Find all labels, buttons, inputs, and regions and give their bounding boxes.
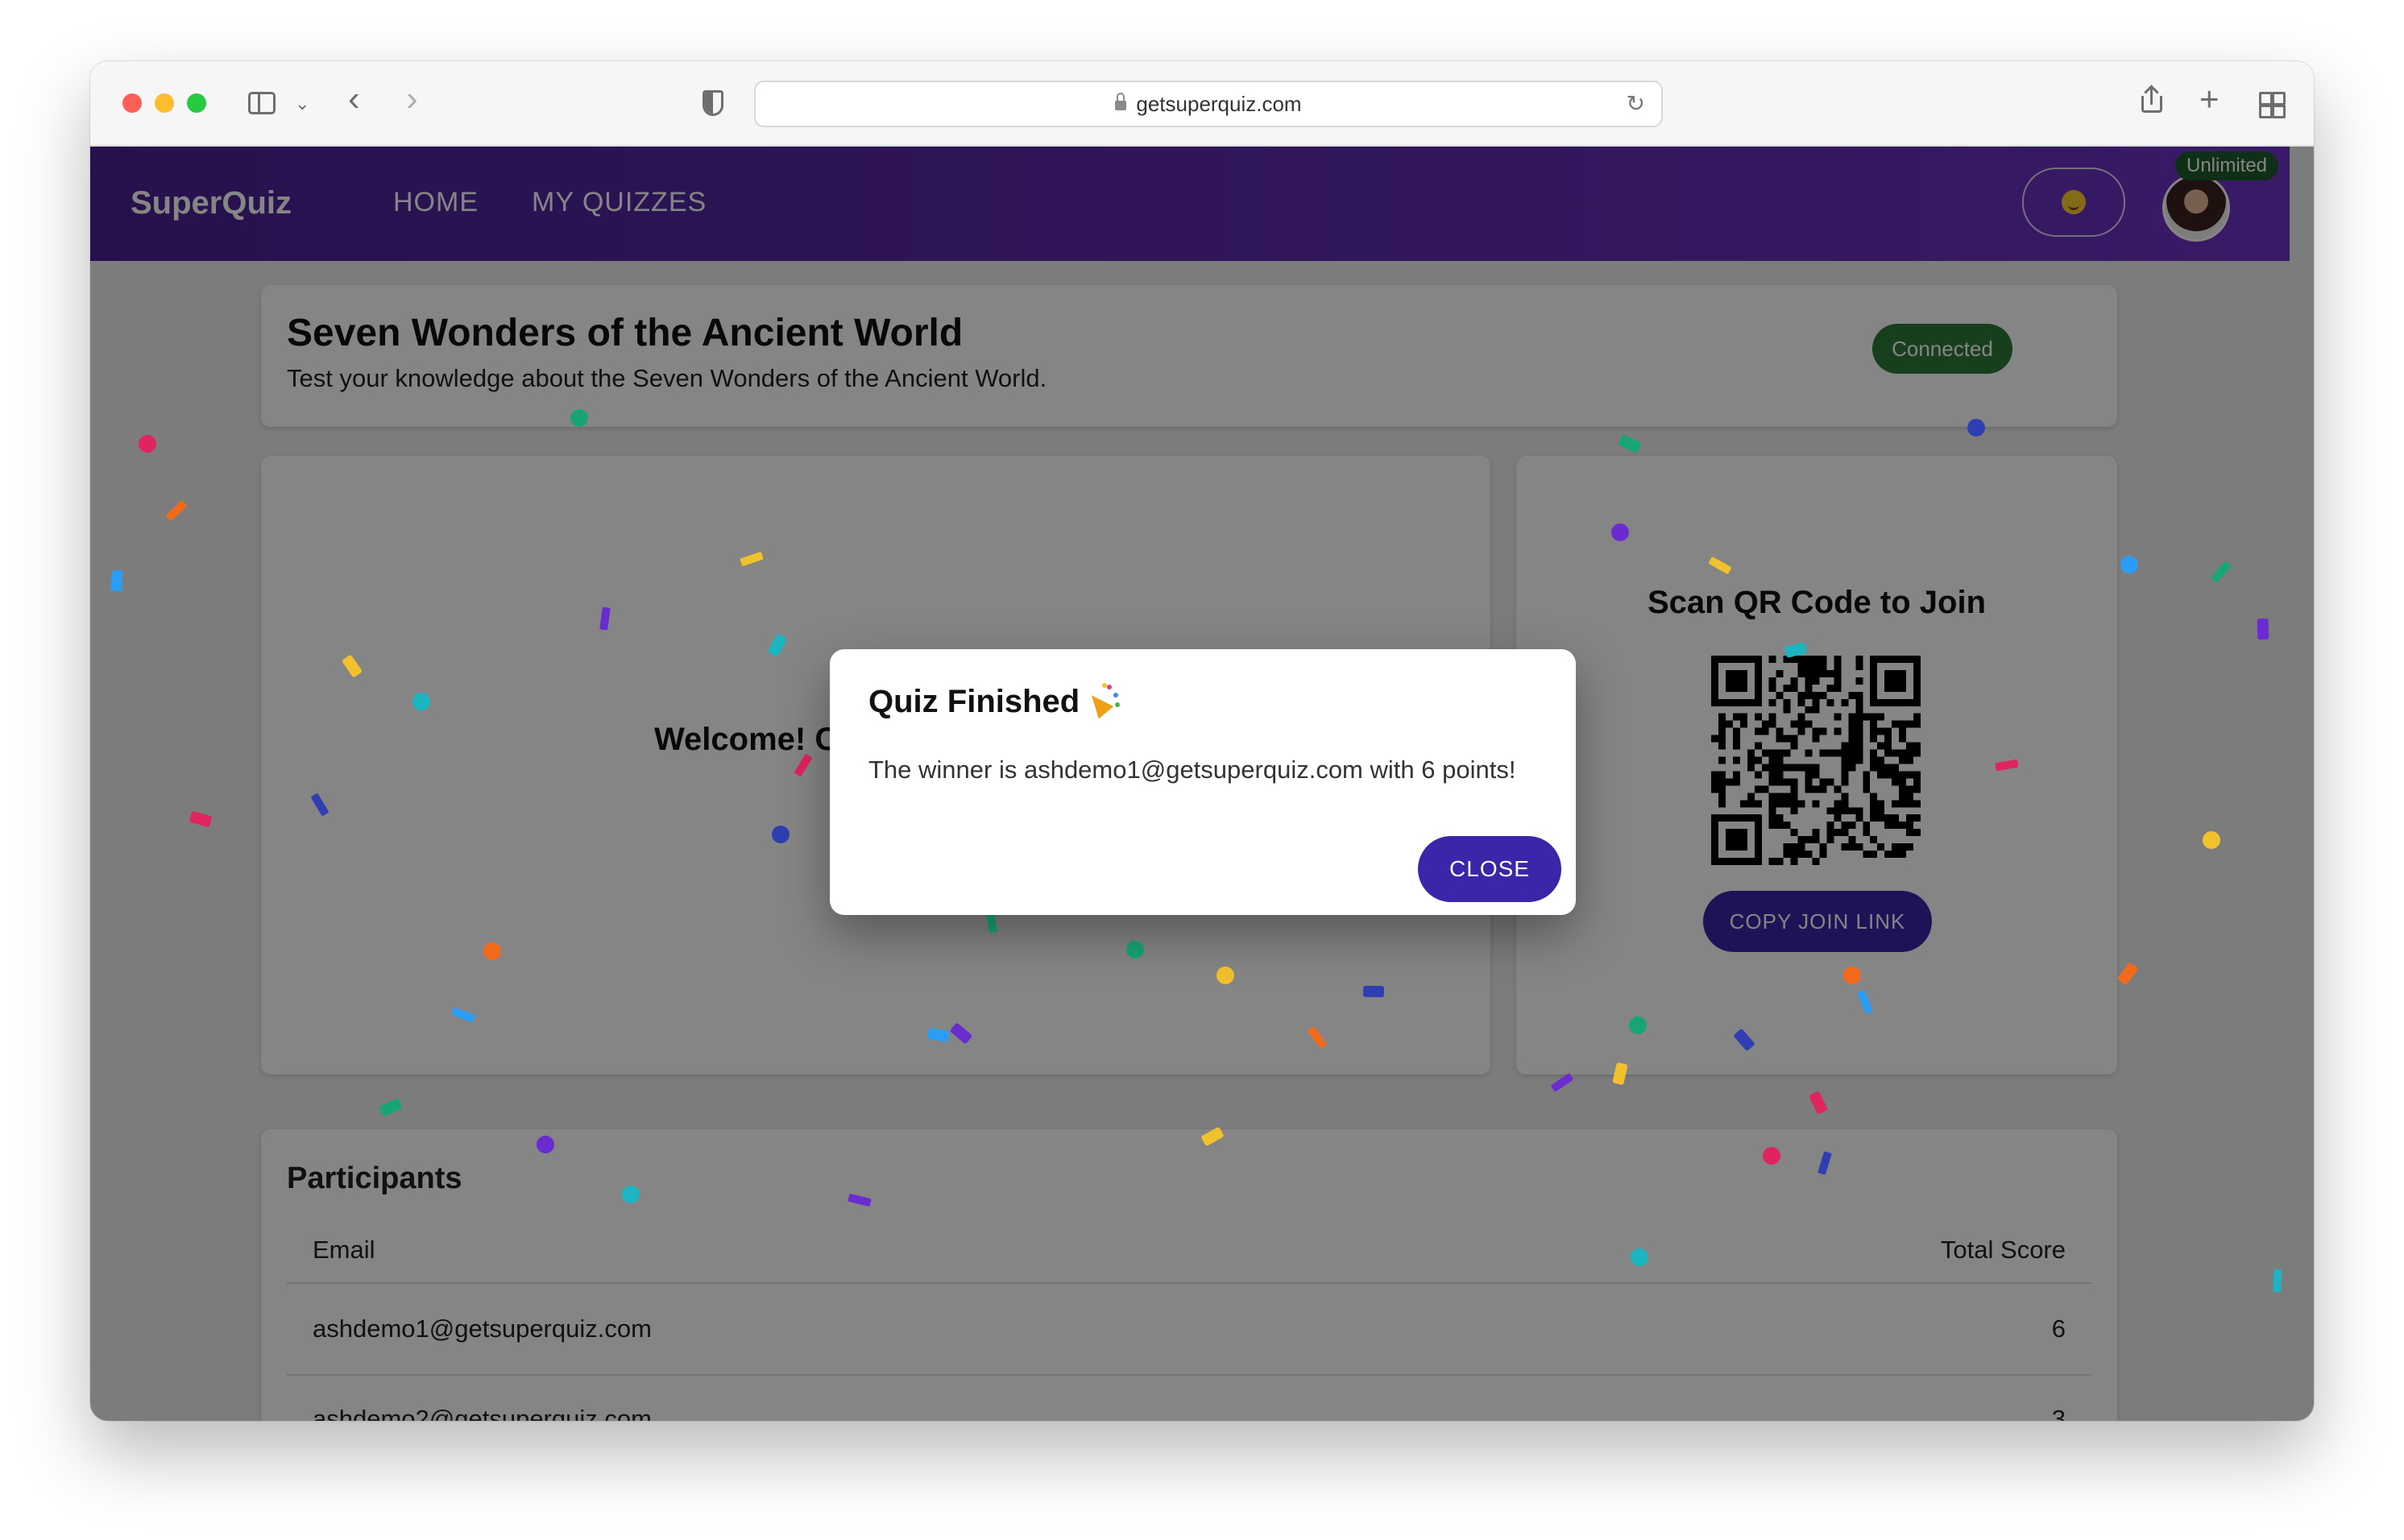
party-popper-icon [1084,683,1121,719]
new-tab-icon[interactable]: + [2199,82,2220,116]
maximize-window-button[interactable] [187,93,206,113]
back-icon[interactable]: ‹ [348,81,360,117]
lock-icon [1115,93,1127,110]
minimize-window-button[interactable] [155,93,174,113]
close-window-button[interactable] [122,93,142,113]
quiz-finished-dialog: Quiz Finished The winner is ashdemo1@get… [830,649,1576,915]
browser-toolbar: ⌄ ‹ › getsuperquiz.com ↻ + [90,61,2314,147]
reload-icon[interactable]: ↻ [1627,90,1645,117]
share-icon[interactable] [2141,85,2162,113]
address-bar[interactable]: getsuperquiz.com ↻ [754,81,1663,127]
url-text: getsuperquiz.com [1136,91,1302,116]
browser-window: ⌄ ‹ › getsuperquiz.com ↻ + SuperQuiz HOM… [90,61,2314,1421]
dialog-title: Quiz Finished [868,683,1121,720]
sidebar-icon[interactable] [248,92,276,114]
tab-overview-icon[interactable] [2259,92,2286,118]
close-button[interactable]: CLOSE [1418,836,1561,902]
dialog-title-text: Quiz Finished [868,684,1080,719]
chevron-down-icon[interactable]: ⌄ [295,90,309,118]
forward-icon[interactable]: › [406,81,418,117]
shield-icon[interactable] [703,90,723,116]
dialog-message: The winner is ashdemo1@getsuperquiz.com … [868,756,1516,784]
